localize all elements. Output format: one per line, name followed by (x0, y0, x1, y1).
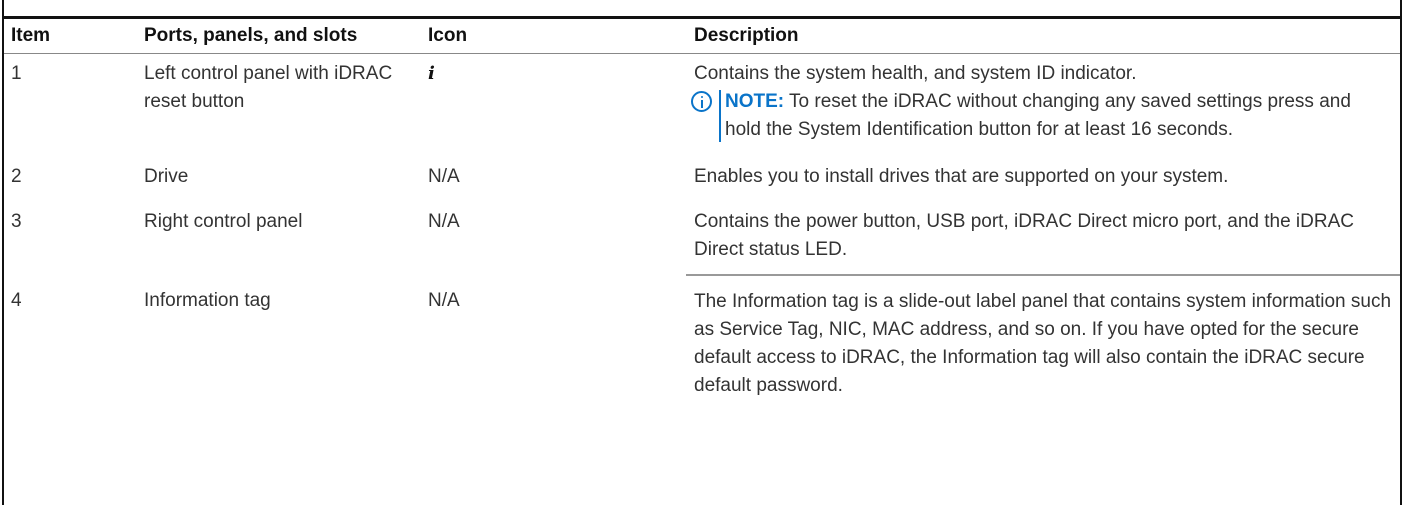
note-accent-bar (719, 90, 721, 142)
info-circle-icon (691, 91, 712, 112)
cell-name: Left control panel with iDRAC reset butt… (144, 63, 393, 112)
header-ports-panels-slots: Ports, panels, and slots (136, 19, 420, 54)
note-callout: NOTE: To reset the iDRAC without changin… (691, 88, 1392, 144)
table-row: 1 Left control panel with iDRAC reset bu… (4, 54, 1400, 152)
table-row: 2 Drive N/A Enables you to install drive… (4, 151, 1400, 199)
note-label: NOTE: (725, 91, 785, 112)
cell-description: Enables you to install drives that are s… (694, 166, 1229, 187)
cell-description: The Information tag is a slide-out label… (686, 274, 1400, 407)
table-header-row: Item Ports, panels, and slots Icon Descr… (4, 19, 1400, 54)
cell-description: Contains the power button, USB port, iDR… (694, 211, 1354, 260)
cell-name: Information tag (144, 290, 271, 311)
cell-item: 2 (11, 166, 22, 187)
note-text: To reset the iDRAC without changing any … (725, 91, 1351, 140)
table-row: 3 Right control panel N/A Contains the p… (4, 199, 1400, 275)
cell-icon: N/A (428, 290, 460, 311)
cell-name: Right control panel (144, 211, 303, 232)
cell-name: Drive (144, 166, 189, 187)
info-i-icon: i (428, 63, 435, 84)
cell-icon: i (420, 54, 686, 152)
description-text: Contains the system health, and system I… (694, 63, 1137, 84)
header-icon: Icon (420, 19, 686, 54)
cell-item: 4 (11, 290, 22, 311)
ports-panels-table: Item Ports, panels, and slots Icon Descr… (4, 19, 1400, 407)
cell-icon: N/A (428, 166, 460, 187)
cell-icon: N/A (428, 211, 460, 232)
cell-description: Contains the system health, and system I… (686, 54, 1400, 152)
header-item: Item (4, 19, 136, 54)
cell-item: 1 (11, 63, 22, 84)
ports-panels-table-frame: Item Ports, panels, and slots Icon Descr… (2, 0, 1402, 505)
table-row: 4 Information tag N/A The Information ta… (4, 274, 1400, 407)
header-description: Description (686, 19, 1400, 54)
cell-item: 3 (11, 211, 22, 232)
